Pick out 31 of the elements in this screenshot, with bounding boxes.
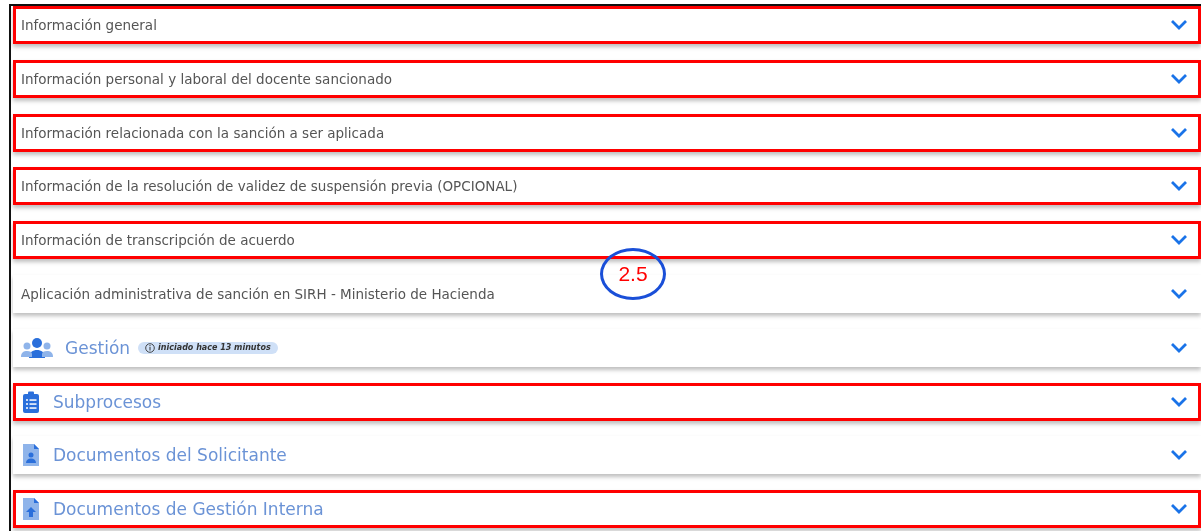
section-header[interactable]: Información general <box>13 6 1201 44</box>
section-title: Documentos de Gestión Interna <box>53 499 324 520</box>
chevron-down-icon <box>1170 341 1188 354</box>
section-title: Información personal y laboral del docente sancionado <box>21 70 393 87</box>
chevron-down-icon <box>1170 72 1188 85</box>
chevron-down-icon <box>1170 288 1188 300</box>
section-title: Gestión <box>65 337 131 358</box>
section-title: Información de transcripción de acuerdo <box>21 232 295 249</box>
section-title: Documentos del Solicitante <box>53 445 287 466</box>
clipboard-list-icon <box>21 390 41 413</box>
person-file-icon <box>21 444 41 467</box>
status-badge: iniciado hace 13 minutos <box>138 341 278 354</box>
section-title: Aplicación administrativa de sanción en SIRH - Ministerio de Hacienda <box>21 286 495 302</box>
section-title: Subprocesos <box>53 391 162 412</box>
section-header[interactable]: Información relacionada con la sanción a ser aplicada <box>13 113 1201 152</box>
users-icon <box>21 336 53 359</box>
section-header[interactable]: Información personal y laboral del docente sancionado <box>13 59 1201 98</box>
chevron-down-icon <box>1170 503 1188 516</box>
chevron-down-icon <box>1170 234 1188 247</box>
section-title: Información relacionada con la sanción a ser aplicada <box>21 124 385 141</box>
section-header[interactable]: Información de la resolución de validez de suspensión previa (OPCIONAL) <box>13 167 1201 206</box>
chevron-down-icon <box>1170 449 1188 462</box>
chevron-down-icon <box>1170 126 1188 139</box>
file-upload-icon <box>21 498 41 521</box>
section-title: Información de la resolución de validez de suspensión previa (OPCIONAL) <box>21 178 518 195</box>
chevron-down-icon <box>1170 395 1188 408</box>
chevron-down-icon <box>1170 180 1188 193</box>
chevron-down-icon <box>1170 19 1188 31</box>
section-title: Información general <box>21 17 157 33</box>
callout-label: 2.5 <box>600 248 666 300</box>
section-header[interactable]: Información de transcripción de acuerdo <box>13 221 1201 260</box>
